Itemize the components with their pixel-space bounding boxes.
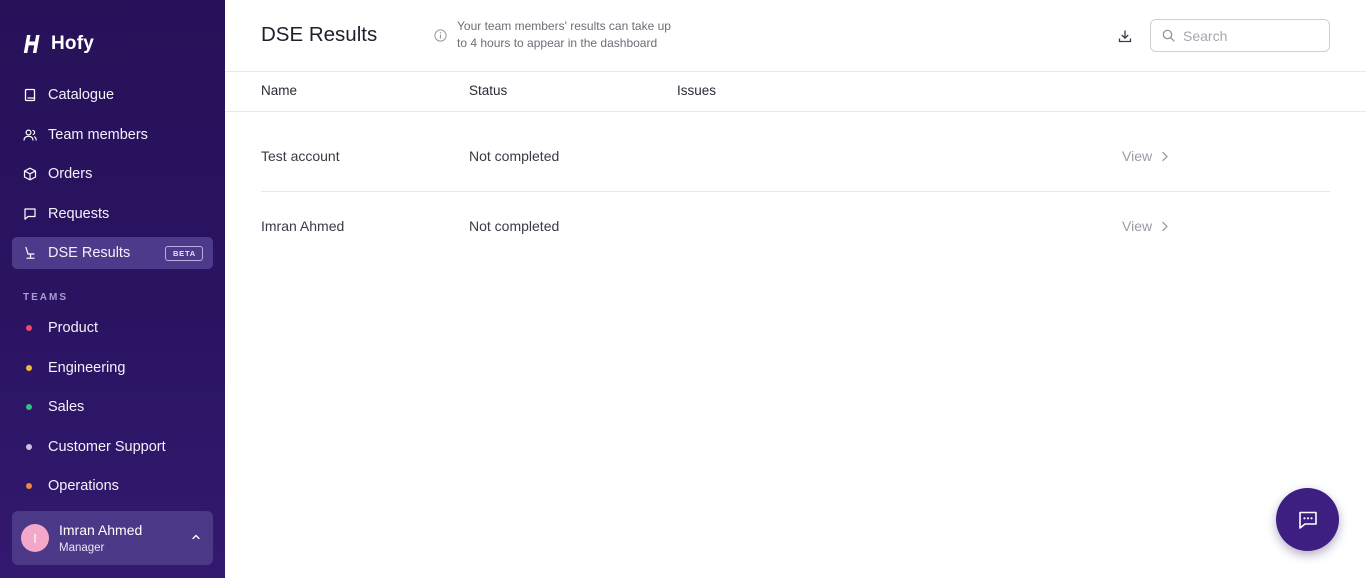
download-button[interactable] [1115, 26, 1135, 46]
main-content: DSE Results Your team members' results c… [225, 0, 1366, 578]
notice-line-2: to 4 hours to appear in the dashboard [457, 36, 658, 50]
column-header-issues[interactable]: Issues [677, 83, 716, 98]
message-icon [23, 207, 37, 221]
cell-name: Test account [261, 148, 340, 164]
box-icon [23, 167, 37, 181]
cell-name: Imran Ahmed [261, 218, 345, 234]
beta-badge: BETA [164, 245, 203, 261]
user-name: Imran Ahmed [59, 522, 143, 538]
desk-chair-icon [23, 246, 37, 260]
chevron-right-icon [1162, 151, 1168, 161]
teams-list: Product Engineering Sales Customer Suppo… [12, 312, 213, 510]
app-root: Hofy Catalogue Team members Orders Reque… [0, 0, 1366, 578]
chat-icon [1298, 511, 1317, 529]
nav-item-label: Team members [48, 126, 148, 143]
teams-heading: TEAMS [23, 292, 68, 303]
team-color-dot [26, 483, 32, 490]
chevron-right-icon [1162, 221, 1168, 231]
search-input[interactable] [1183, 27, 1313, 44]
view-button[interactable]: View [1122, 218, 1169, 234]
team-label: Product [48, 320, 98, 336]
brand-logo[interactable]: Hofy [23, 33, 94, 55]
table-header: Name Status Issues [225, 72, 1366, 111]
search-box[interactable] [1150, 19, 1330, 52]
team-color-dot [26, 364, 32, 371]
info-icon [434, 29, 447, 42]
team-item-customer-support[interactable]: Customer Support [12, 431, 213, 463]
team-color-dot [26, 443, 32, 450]
table-row[interactable]: Test account Not completed View [261, 122, 1330, 191]
sidebar: Hofy Catalogue Team members Orders Reque… [0, 0, 225, 578]
team-item-engineering[interactable]: Engineering [12, 352, 213, 384]
avatar: I [21, 524, 49, 552]
results-table-body: Test account Not completed View Imran Ah… [261, 122, 1330, 260]
book-icon [23, 88, 37, 102]
page-title: DSE Results [261, 23, 378, 46]
nav-item-requests[interactable]: Requests [12, 198, 213, 230]
users-icon [23, 128, 37, 142]
view-label: View [1122, 218, 1153, 234]
column-header-status[interactable]: Status [469, 83, 507, 98]
team-color-dot [26, 404, 32, 411]
hofy-logo-icon [23, 35, 40, 53]
table-header-divider [225, 111, 1366, 112]
cell-status: Not completed [469, 148, 560, 164]
notice-line-1: Your team members' results can take up [457, 19, 671, 33]
chevron-up-icon [192, 534, 200, 540]
main-nav: Catalogue Team members Orders Requests D… [12, 79, 213, 277]
nav-item-label: Requests [48, 205, 110, 222]
nav-item-catalogue[interactable]: Catalogue [12, 79, 213, 111]
cell-status: Not completed [469, 218, 560, 234]
team-item-product[interactable]: Product [12, 312, 213, 344]
nav-item-label: DSE Results [48, 245, 131, 262]
column-header-name[interactable]: Name [261, 83, 297, 98]
nav-item-label: Orders [48, 166, 93, 183]
processing-notice: Your team members' results can take up t… [457, 18, 717, 52]
download-icon [1118, 30, 1132, 43]
user-role: Manager [59, 542, 105, 554]
team-item-operations[interactable]: Operations [12, 470, 213, 502]
team-label: Engineering [48, 359, 126, 376]
nav-item-label: Catalogue [48, 87, 115, 103]
team-label: Customer Support [48, 438, 166, 455]
team-label: Sales [48, 399, 85, 416]
view-button[interactable]: View [1122, 148, 1169, 164]
nav-item-orders[interactable]: Orders [12, 158, 213, 190]
user-menu[interactable]: I Imran Ahmed Manager [12, 511, 213, 565]
brand-name: Hofy [51, 33, 95, 54]
search-icon [1162, 29, 1175, 42]
nav-item-team-members[interactable]: Team members [12, 119, 213, 151]
user-info: Imran Ahmed Manager [59, 522, 142, 554]
team-color-dot [26, 325, 32, 331]
team-item-sales[interactable]: Sales [12, 391, 213, 423]
chat-button[interactable] [1276, 488, 1339, 551]
view-label: View [1122, 148, 1153, 164]
table-row[interactable]: Imran Ahmed Not completed View [261, 191, 1330, 260]
nav-item-dse-results[interactable]: DSE Results BETA [12, 237, 213, 270]
team-label: Operations [48, 478, 119, 495]
